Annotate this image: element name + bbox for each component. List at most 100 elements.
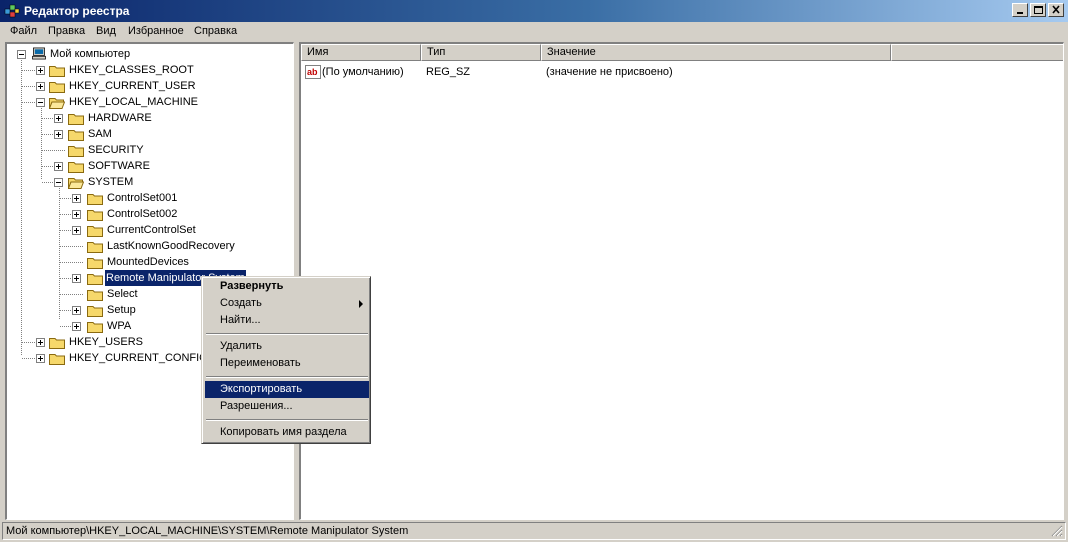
menu-edit[interactable]: Правка [48,25,85,37]
menu-bar: Файл Правка Вид Избранное Справка [0,22,1068,41]
expand-icon[interactable] [36,338,45,347]
tree-node-my-computer[interactable]: Мой компьютер [7,46,287,62]
menu-item-delete[interactable]: Удалить [205,338,369,355]
tree-node-system[interactable]: SYSTEM [7,174,287,190]
open-folder-icon [49,98,65,109]
maximize-button[interactable] [1030,3,1046,17]
minimize-button[interactable] [1012,3,1028,17]
tree-label: SYSTEM [88,176,134,188]
expand-icon[interactable] [72,306,81,315]
context-menu: Развернуть Создать Найти... Удалить Пере… [201,276,371,444]
value-name: (По умолчанию) [322,66,404,78]
menu-item-expand[interactable]: Развернуть [205,278,369,295]
tree-node-currentcontrolset[interactable]: CurrentControlSet [7,222,287,238]
status-bar: Мой компьютер\HKEY_LOCAL_MACHINE\SYSTEM\… [2,522,1066,540]
resize-grip-icon[interactable] [1051,525,1063,537]
list-header: Имя Тип Значение [301,44,1063,61]
tree-label: LastKnownGoodRecovery [107,240,235,252]
collapse-icon[interactable] [36,98,45,107]
tree-label: ControlSet001 [107,192,178,204]
menu-item-rename[interactable]: Переименовать [205,355,369,372]
column-type[interactable]: Тип [421,44,541,61]
menu-item-permissions[interactable]: Разрешения... [205,398,369,415]
minimize-icon [1017,12,1023,14]
expand-icon[interactable] [72,210,81,219]
title-bar[interactable]: Редактор реестра [0,0,1068,22]
folder-icon [87,290,103,301]
menu-item-create[interactable]: Создать [205,295,369,312]
tree-label: ControlSet002 [107,208,178,220]
menu-item-find[interactable]: Найти... [205,312,369,329]
folder-icon [49,354,65,365]
tree-node-sam[interactable]: SAM [7,126,287,142]
tree-label: Select [107,288,138,300]
menu-favorites[interactable]: Избранное [128,25,184,37]
folder-icon [49,82,65,93]
folder-icon [87,306,103,317]
tree-node-hkcu[interactable]: HKEY_CURRENT_USER [7,78,287,94]
close-icon [1052,5,1060,14]
menu-separator [206,376,368,378]
folder-icon [68,130,84,141]
value-data: (значение не присвоено) [546,66,673,78]
tree-node-controlset001[interactable]: ControlSet001 [7,190,287,206]
column-name[interactable]: Имя [301,44,421,61]
tree-node-security[interactable]: SECURITY [7,142,287,158]
expand-icon[interactable] [72,274,81,283]
folder-icon [68,162,84,173]
list-item[interactable]: ab (По умолчанию) REG_SZ (значение не пр… [305,64,1055,80]
tree-label: HKEY_CURRENT_CONFIG [69,352,208,364]
folder-icon [87,210,103,221]
string-value-icon: ab [305,65,321,79]
column-filler [891,44,1063,61]
value-type: REG_SZ [426,66,471,78]
tree-node-hklm[interactable]: HKEY_LOCAL_MACHINE [7,94,287,110]
tree-label: HARDWARE [88,112,152,124]
tree-label: HKEY_CURRENT_USER [69,80,196,92]
tree-node-hardware[interactable]: HARDWARE [7,110,287,126]
expand-icon[interactable] [54,162,63,171]
menu-separator [206,419,368,421]
tree-node-controlset002[interactable]: ControlSet002 [7,206,287,222]
tree-node-hkcr[interactable]: HKEY_CLASSES_ROOT [7,62,287,78]
close-button[interactable] [1048,3,1064,17]
folder-icon [87,258,103,269]
expand-icon[interactable] [72,194,81,203]
values-list[interactable]: Имя Тип Значение ab (По умолчанию) REG_S… [299,42,1064,520]
menu-separator [206,333,368,335]
menu-help[interactable]: Справка [194,25,237,37]
expand-icon[interactable] [72,322,81,331]
tree-label: SOFTWARE [88,160,150,172]
expand-icon[interactable] [54,130,63,139]
folder-icon [49,338,65,349]
tree-label: HKEY_CLASSES_ROOT [69,64,194,76]
folder-icon [68,114,84,125]
expand-icon[interactable] [54,114,63,123]
tree-label: SECURITY [88,144,144,156]
tree-node-lastknowngoodrecovery[interactable]: LastKnownGoodRecovery [7,238,287,254]
expand-icon[interactable] [36,82,45,91]
menu-item-copy-key-name[interactable]: Копировать имя раздела [205,424,369,441]
folder-icon [87,322,103,333]
tree-label: CurrentControlSet [107,224,196,236]
tree-node-software[interactable]: SOFTWARE [7,158,287,174]
menu-item-export[interactable]: Экспортировать [205,381,369,398]
collapse-icon[interactable] [17,50,26,59]
folder-icon [87,226,103,237]
tree-node-mounteddevices[interactable]: MountedDevices [7,254,287,270]
column-value[interactable]: Значение [541,44,891,61]
computer-icon [32,47,46,60]
registry-editor-icon [4,4,20,18]
expand-icon[interactable] [36,354,45,363]
collapse-icon[interactable] [54,178,63,187]
folder-icon [87,242,103,253]
menu-view[interactable]: Вид [96,25,116,37]
menu-file[interactable]: Файл [10,25,37,37]
expand-icon[interactable] [36,66,45,75]
tree-label: SAM [88,128,112,140]
tree-label: HKEY_USERS [69,336,143,348]
folder-icon [87,274,103,285]
tree-label: Мой компьютер [50,48,131,60]
menu-item-label: Создать [220,297,262,309]
expand-icon[interactable] [72,226,81,235]
